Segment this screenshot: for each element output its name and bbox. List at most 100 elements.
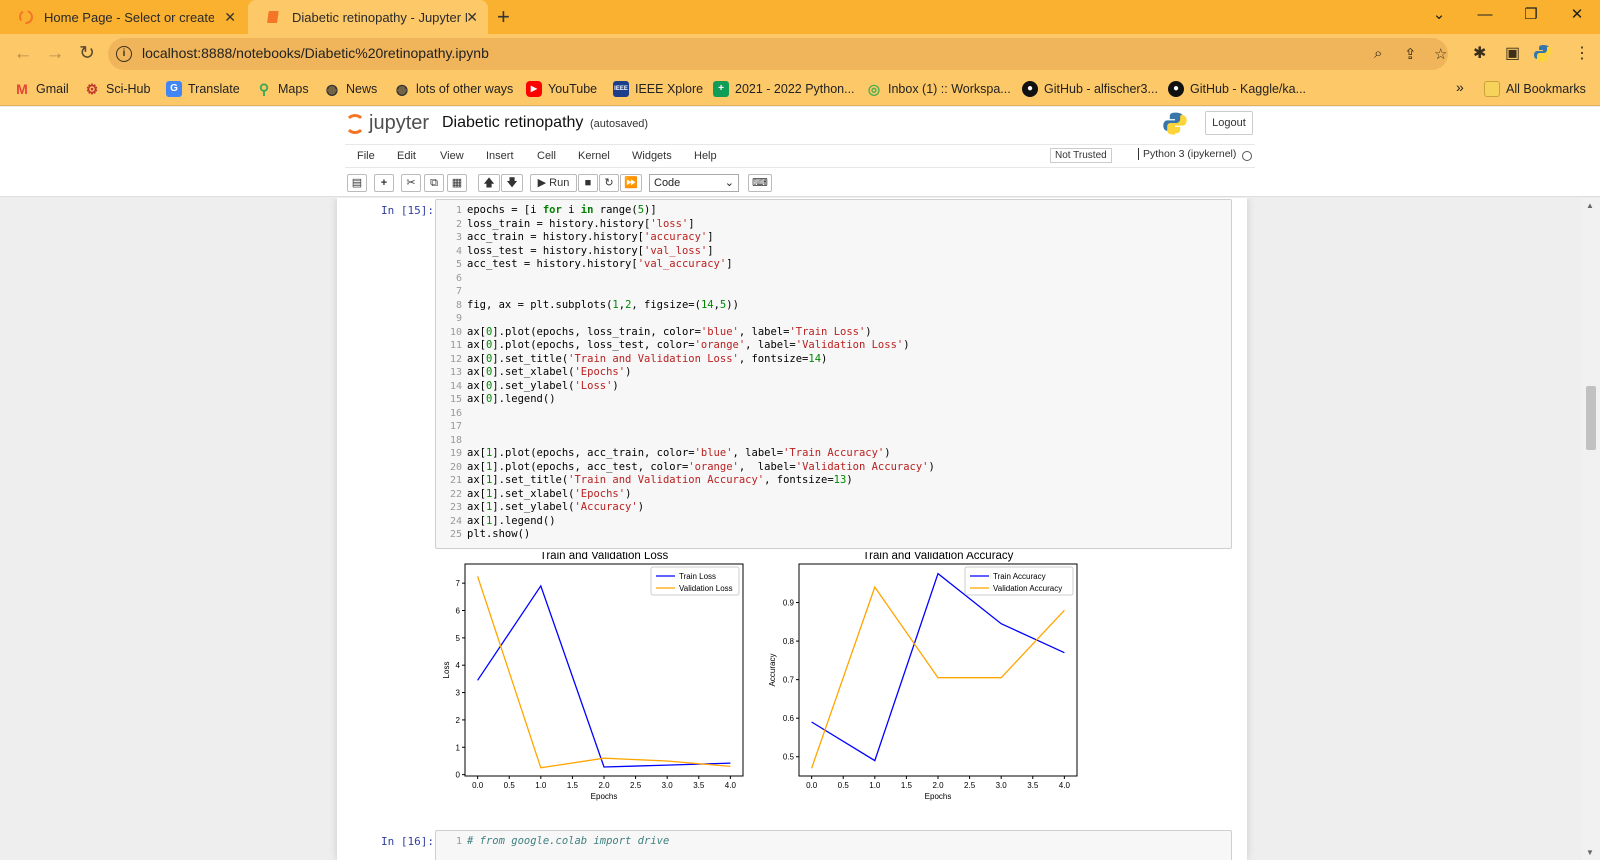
code-text[interactable]: # from google.colab import drive xyxy=(467,835,669,849)
scihub-icon: ⚙ xyxy=(85,81,99,97)
bookmark-news[interactable]: ◍ News xyxy=(324,81,377,97)
share-icon[interactable]: ⇪ xyxy=(1404,45,1417,63)
new-tab-icon[interactable]: + xyxy=(497,5,510,29)
cell-type-select[interactable]: Code ⌄ xyxy=(649,174,739,192)
bookmark-youtube[interactable]: ▶ YouTube xyxy=(526,81,597,97)
move-up-icon[interactable]: 🡅 xyxy=(478,174,500,192)
bookmark-label: News xyxy=(346,82,378,96)
back-icon[interactable]: ← xyxy=(12,43,34,65)
y-tick-label: 2 xyxy=(456,716,461,725)
trust-status-button[interactable]: Not Trusted xyxy=(1050,148,1112,163)
code-text[interactable]: epochs = [i for i in range(5)] loss_trai… xyxy=(467,204,935,542)
x-tick-label: 2.0 xyxy=(932,781,944,790)
bookmark-inbox[interactable]: ◎ Inbox (1) :: Workspa... xyxy=(866,81,1011,97)
y-tick-label: 0.7 xyxy=(783,676,795,685)
tab-home-page[interactable]: Home Page - Select or create a notebook … xyxy=(0,0,246,34)
x-tick-label: 0.5 xyxy=(504,781,516,790)
insert-cell-icon[interactable]: + xyxy=(374,174,394,192)
code-cell-input[interactable]: 1 2 3 4 5 6 7 8 9 10 11 12 13 14 15 16 17 18 19 20 21 22 23 24 2… xyxy=(435,199,1232,549)
bookmark-star-icon[interactable]: ☆ xyxy=(1434,45,1447,63)
x-tick-label: 1.5 xyxy=(567,781,579,790)
jupyter-logo-icon xyxy=(345,113,365,134)
bookmark-other-ways[interactable]: ◍ lots of other ways xyxy=(394,81,513,97)
y-axis-label: Loss xyxy=(442,662,451,679)
bookmark-scihub[interactable]: ⚙ Sci-Hub xyxy=(84,81,151,97)
menu-kernel[interactable]: Kernel xyxy=(578,150,610,162)
y-tick-label: 0.6 xyxy=(783,714,795,723)
autosave-status: (autosaved) xyxy=(590,118,649,130)
paste-icon[interactable]: ▦ xyxy=(447,174,467,192)
more-bookmarks-icon[interactable]: » xyxy=(1456,79,1464,95)
x-axis-label: Epochs xyxy=(925,792,952,801)
menu-bar: File Edit View Insert Cell Kernel Widget… xyxy=(345,144,1255,168)
notebook-name[interactable]: Diabetic retinopathy xyxy=(442,114,583,132)
bookmark-ieee[interactable]: IEEE IEEE Xplore xyxy=(613,81,703,97)
close-tab-icon[interactable]: ✕ xyxy=(466,9,478,25)
folder-icon xyxy=(1484,81,1500,97)
forward-icon[interactable]: → xyxy=(44,43,66,65)
close-tab-icon[interactable]: ✕ xyxy=(224,9,236,25)
menu-help[interactable]: Help xyxy=(694,150,717,162)
kernel-idle-indicator-icon xyxy=(1242,151,1252,161)
bookmark-maps[interactable]: ⚲ Maps xyxy=(256,81,309,97)
scroll-down-icon[interactable]: ▼ xyxy=(1586,848,1594,857)
x-tick-label: 3.0 xyxy=(996,781,1008,790)
restore-icon[interactable]: ❐ xyxy=(1508,0,1554,30)
restart-run-all-icon[interactable]: ⏩ xyxy=(620,174,642,192)
browser-menu-icon[interactable]: ⋮ xyxy=(1574,43,1590,63)
bookmark-github-kaggle[interactable]: ● GitHub - Kaggle/ka... xyxy=(1168,81,1306,97)
python-extension-icon[interactable] xyxy=(1533,43,1553,63)
copy-icon[interactable]: ⧉ xyxy=(424,174,444,192)
run-button[interactable]: ▶ Run xyxy=(530,174,577,192)
bookmark-github-alfischer[interactable]: ● GitHub - alfischer3... xyxy=(1022,81,1158,97)
logout-button[interactable]: Logout xyxy=(1205,111,1253,135)
chevron-down-icon: ⌄ xyxy=(724,177,734,189)
save-icon[interactable]: ▤ xyxy=(347,174,367,192)
gmail-icon: M xyxy=(16,81,28,97)
bookmark-python-sheet[interactable]: +2021 - 2022 Python... xyxy=(713,81,855,97)
y-tick-label: 1 xyxy=(456,743,461,752)
restart-icon[interactable]: ↻ xyxy=(599,174,619,192)
bookmarks-bar: M Gmail ⚙ Sci-Hub G Translate ⚲ Maps ◍ News ◍… xyxy=(0,74,1600,106)
minimize-icon[interactable]: — xyxy=(1462,0,1508,30)
bookmark-translate[interactable]: G Translate xyxy=(166,81,240,97)
cell-prompt: In [16]: xyxy=(381,835,434,848)
cut-icon[interactable]: ✂ xyxy=(401,174,421,192)
interrupt-icon[interactable]: ■ xyxy=(578,174,598,192)
kernel-name[interactable]: Python 3 (ipykernel) xyxy=(1138,148,1236,160)
menu-file[interactable]: File xyxy=(357,150,375,162)
scrollbar-thumb[interactable] xyxy=(1586,386,1596,450)
menu-view[interactable]: View xyxy=(440,150,464,162)
reload-icon[interactable]: ↻ xyxy=(76,43,98,65)
close-window-icon[interactable]: ✕ xyxy=(1554,0,1600,30)
bookmark-label: YouTube xyxy=(548,82,598,96)
command-palette-icon[interactable]: ⌨ xyxy=(748,174,772,192)
menu-cell[interactable]: Cell xyxy=(537,150,556,162)
page-scrollbar[interactable]: ▲ ▼ xyxy=(1582,198,1600,860)
y-axis-label: Accuracy xyxy=(768,654,777,687)
x-tick-label: 3.0 xyxy=(662,781,674,790)
tab-diabetic-retinopathy[interactable]: Diabetic retinopathy - Jupyter Notebook … xyxy=(248,0,488,34)
bookmark-gmail[interactable]: M Gmail xyxy=(14,81,69,97)
scroll-up-icon[interactable]: ▲ xyxy=(1586,201,1594,210)
menu-insert[interactable]: Insert xyxy=(486,150,514,162)
site-info-icon[interactable]: i xyxy=(116,46,132,62)
address-bar[interactable]: i localhost:8888/notebooks/Diabetic%20re… xyxy=(108,38,1448,70)
code-cell-input[interactable]: 1 # from google.colab import drive xyxy=(435,830,1232,860)
bookmark-label: GitHub - alfischer3... xyxy=(1044,82,1158,96)
extensions-icon[interactable]: ✱ xyxy=(1473,43,1486,63)
menu-edit[interactable]: Edit xyxy=(397,150,416,162)
legend-label: Validation Loss xyxy=(679,584,733,593)
all-bookmarks[interactable]: All Bookmarks xyxy=(1484,81,1586,97)
plot-axes-frame xyxy=(464,563,744,777)
tab-search-icon[interactable]: ⌄ xyxy=(1416,0,1462,30)
translate-icon: G xyxy=(166,81,182,97)
zoom-icon[interactable]: ⌕ xyxy=(1374,45,1382,62)
move-down-icon[interactable]: 🡇 xyxy=(501,174,523,192)
url-text: localhost:8888/notebooks/Diabetic%20reti… xyxy=(142,45,489,61)
side-panel-icon[interactable]: ▣ xyxy=(1505,43,1520,63)
jupyter-logo[interactable]: jupyter xyxy=(345,112,429,135)
menu-widgets[interactable]: Widgets xyxy=(632,150,672,162)
bookmark-label: 2021 - 2022 Python... xyxy=(735,82,855,96)
plot-output: Train and Validation Loss 0.0 0.5 1.0 1.5 2.0… xyxy=(442,552,1078,801)
